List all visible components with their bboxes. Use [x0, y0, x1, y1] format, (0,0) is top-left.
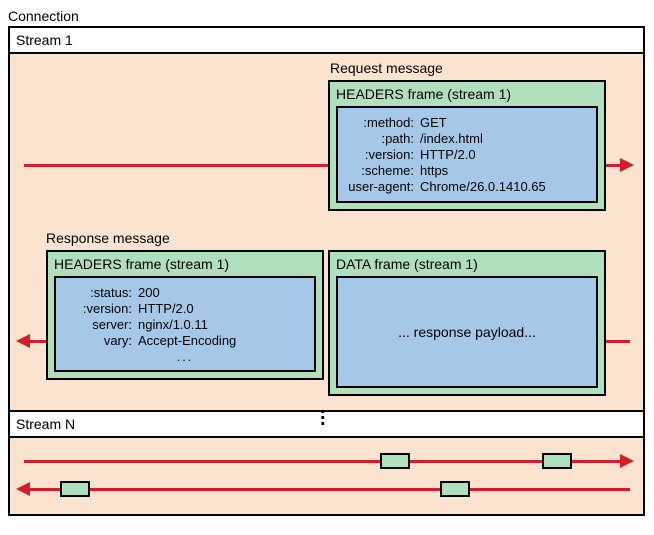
request-headers-frame-title: HEADERS frame (stream 1)	[336, 86, 598, 102]
response-data-body: ... response payload...	[398, 324, 536, 340]
response-headers-frame: HEADERS frame (stream 1) :status:200:ver…	[46, 250, 324, 380]
header-row: user-agent:Chrome/26.0.1410.65	[346, 179, 588, 194]
header-row: :scheme:https	[346, 163, 588, 178]
response-data-frame: DATA frame (stream 1) ... response paylo…	[328, 250, 606, 396]
mini-frame	[380, 453, 410, 469]
request-headers-frame: HEADERS frame (stream 1) :method:GET:pat…	[328, 80, 606, 211]
header-key: server:	[64, 317, 138, 332]
header-value: nginx/1.0.11	[138, 317, 208, 332]
request-message-label: Request message	[330, 60, 443, 76]
header-key: :version:	[346, 147, 420, 162]
mini-frame	[440, 481, 470, 497]
connection-title: Connection	[8, 8, 646, 24]
header-key: :method:	[346, 115, 420, 130]
response-headers-frame-inner: :status:200:version:HTTP/2.0server:nginx…	[54, 276, 316, 372]
response-arrow-head	[16, 334, 30, 348]
header-value: /index.html	[420, 131, 483, 146]
header-row: :method:GET	[346, 115, 588, 130]
header-value: https	[420, 163, 448, 178]
header-row: vary:Accept-Encoding	[64, 333, 306, 348]
header-key: user-agent:	[346, 179, 420, 194]
header-row: :status:200	[64, 285, 306, 300]
request-arrow-line	[24, 164, 328, 167]
header-row: :version:HTTP/2.0	[346, 147, 588, 162]
stream-n-arrow-right	[24, 460, 620, 463]
request-arrow-head	[620, 158, 634, 172]
header-row: :path:/index.html	[346, 131, 588, 146]
response-data-frame-inner: ... response payload...	[336, 276, 598, 388]
request-arrow-line-right	[606, 164, 620, 167]
mini-frame	[60, 481, 90, 497]
header-key: :path:	[346, 131, 420, 146]
stream-1-body: Request message HEADERS frame (stream 1)…	[10, 54, 643, 412]
mini-frame	[542, 453, 572, 469]
header-row: :version:HTTP/2.0	[64, 301, 306, 316]
connection-box: Stream 1 Request message HEADERS frame (…	[8, 26, 645, 516]
stream-1-header: Stream 1	[10, 28, 643, 54]
response-headers-ellipsis: ...	[64, 349, 306, 364]
stream-n-body	[10, 438, 643, 514]
response-arrow-line-a	[30, 340, 46, 343]
header-value: Accept-Encoding	[138, 333, 236, 348]
response-message-label: Response message	[46, 230, 170, 246]
stream-n-arrow-right-head	[620, 454, 634, 468]
header-key: :scheme:	[346, 163, 420, 178]
stream-n-header: Stream N ...	[10, 412, 643, 438]
header-key: :version:	[64, 301, 138, 316]
header-value: HTTP/2.0	[420, 147, 476, 162]
response-data-frame-title: DATA frame (stream 1)	[336, 256, 598, 272]
request-headers-frame-inner: :method:GET:path:/index.html:version:HTT…	[336, 106, 598, 203]
response-headers-frame-title: HEADERS frame (stream 1)	[54, 256, 316, 272]
response-arrow-line-b	[606, 340, 630, 343]
header-row: server:nginx/1.0.11	[64, 317, 306, 332]
header-value: 200	[138, 285, 160, 300]
vertical-dots-icon: ...	[320, 404, 326, 422]
header-value: HTTP/2.0	[138, 301, 194, 316]
stream-n-arrow-left-head	[16, 482, 30, 496]
header-key: vary:	[64, 333, 138, 348]
stream-n-arrow-left	[30, 488, 630, 491]
header-value: Chrome/26.0.1410.65	[420, 179, 546, 194]
header-value: GET	[420, 115, 447, 130]
header-key: :status:	[64, 285, 138, 300]
